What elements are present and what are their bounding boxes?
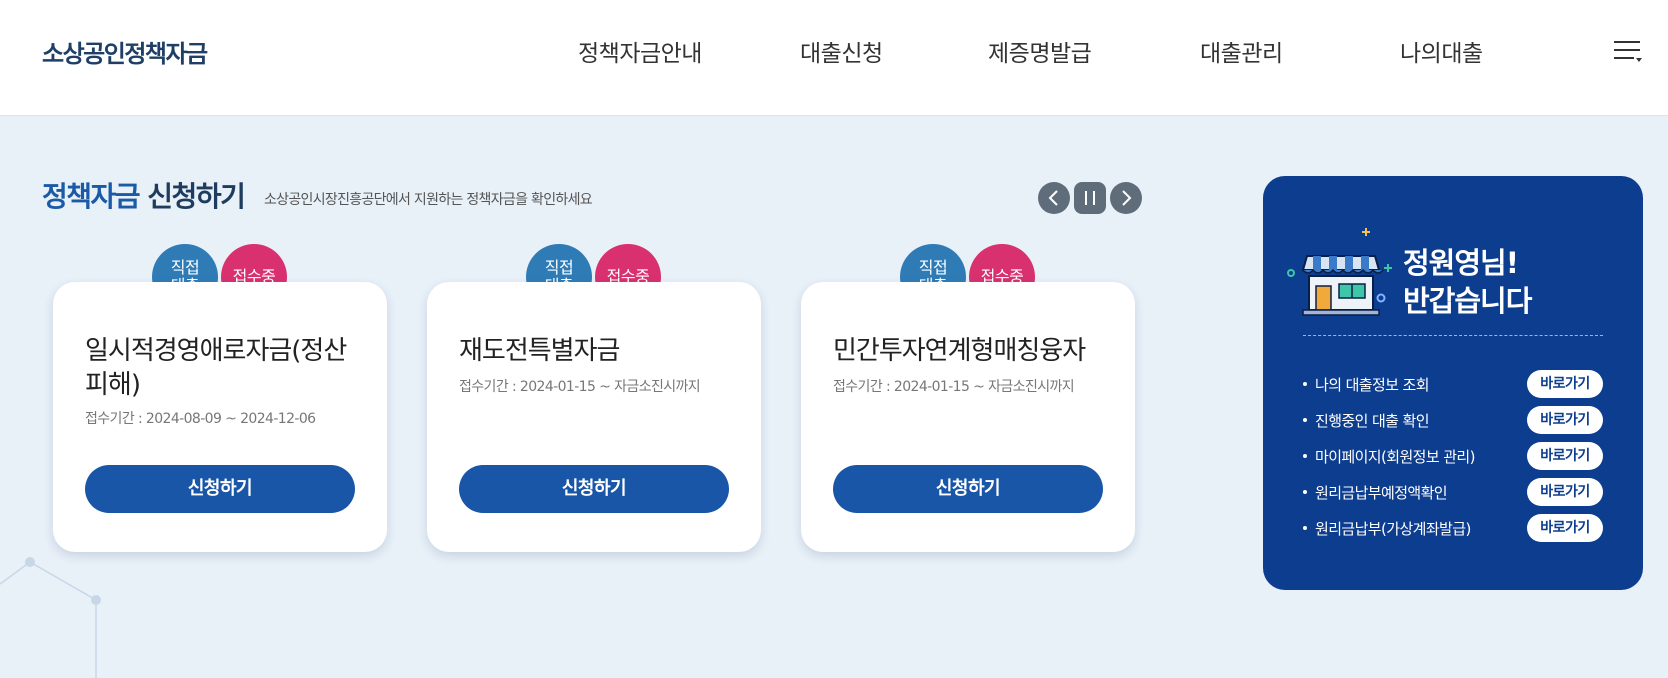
nav-item-my-loan[interactable]: 나의대출 xyxy=(1400,34,1483,68)
chevron-left-icon xyxy=(1048,190,1058,206)
nav-item-loan-management[interactable]: 대출관리 xyxy=(1200,34,1283,68)
card-title: 민간투자연계형매칭융자 xyxy=(833,336,1086,366)
quick-link-row: 마이페이지(회원정보 관리) 바로가기 xyxy=(1303,442,1603,470)
badge-direct-line1: 직접 xyxy=(170,258,200,278)
quick-link-label: 원리금납부(가상계좌발급) xyxy=(1303,518,1471,539)
card-title: 재도전특별자금 xyxy=(459,336,620,366)
quick-link-row: 원리금납부예정액확인 바로가기 xyxy=(1303,478,1603,506)
chevron-right-icon xyxy=(1122,190,1132,206)
slider-next-button[interactable] xyxy=(1110,182,1142,214)
greeting: 정원영님! 반갑습니다 xyxy=(1403,244,1532,320)
go-button[interactable]: 바로가기 xyxy=(1527,514,1603,542)
quick-link-label: 나의 대출정보 조회 xyxy=(1303,374,1430,395)
store-icon xyxy=(1287,228,1392,316)
hamburger-menu-icon[interactable] xyxy=(1612,36,1644,66)
quick-link-row: 원리금납부(가상계좌발급) 바로가기 xyxy=(1303,514,1603,542)
fund-card: 재도전특별자금 접수기간 : 2024-01-15 ~ 자금소진시까지 신청하기 xyxy=(427,282,761,552)
go-button[interactable]: 바로가기 xyxy=(1527,442,1603,470)
apply-button[interactable]: 신청하기 xyxy=(459,465,729,513)
greeting-message: 반갑습니다 xyxy=(1403,284,1532,318)
apply-button[interactable]: 신청하기 xyxy=(833,465,1103,513)
site-header: 소상공인정책자금 정책자금안내 대출신청 제증명발급 대출관리 나의대출 xyxy=(0,0,1668,116)
go-button[interactable]: 바로가기 xyxy=(1527,478,1603,506)
quick-link-label: 진행중인 대출 확인 xyxy=(1303,410,1430,431)
fund-card: 민간투자연계형매칭융자 접수기간 : 2024-01-15 ~ 자금소진시까지 … xyxy=(801,282,1135,552)
decorative-network-graphic xyxy=(0,557,101,678)
card-title: 일시적경영애로자금(정산피해) xyxy=(85,336,347,400)
slider-prev-button[interactable] xyxy=(1038,182,1070,214)
greeting-name: 정원영님! xyxy=(1403,246,1519,280)
go-button[interactable]: 바로가기 xyxy=(1527,406,1603,434)
nav-item-certificate-issue[interactable]: 제증명발급 xyxy=(988,34,1092,68)
quick-link-row: 나의 대출정보 조회 바로가기 xyxy=(1303,370,1603,398)
nav-item-policy-fund-guide[interactable]: 정책자금안내 xyxy=(578,34,702,68)
quick-link-row: 진행중인 대출 확인 바로가기 xyxy=(1303,406,1603,434)
card-period: 접수기간 : 2024-01-15 ~ 자금소진시까지 xyxy=(459,379,701,395)
nav-item-loan-application[interactable]: 대출신청 xyxy=(800,34,883,68)
badge-direct-line1: 직접 xyxy=(918,258,948,278)
fund-card: 일시적경영애로자금(정산피해) 접수기간 : 2024-08-09 ~ 2024… xyxy=(53,282,387,552)
pause-icon xyxy=(1085,191,1095,205)
card-period: 접수기간 : 2024-08-09 ~ 2024-12-06 xyxy=(85,411,316,427)
panel-divider xyxy=(1303,335,1603,336)
section-title-rest: 신청하기 xyxy=(139,180,246,213)
apply-button[interactable]: 신청하기 xyxy=(85,465,355,513)
section-subtitle: 소상공인시장진흥공단에서 지원하는 정책자금을 확인하세요 xyxy=(264,192,593,208)
quick-link-label: 마이페이지(회원정보 관리) xyxy=(1303,446,1475,467)
section-title: 정책자금 신청하기 xyxy=(42,175,246,215)
go-button[interactable]: 바로가기 xyxy=(1527,370,1603,398)
slider-pause-button[interactable] xyxy=(1074,182,1106,214)
user-panel: 정원영님! 반갑습니다 나의 대출정보 조회 바로가기 진행중인 대출 확인 바… xyxy=(1263,176,1643,590)
section-title-accent: 정책자금 xyxy=(42,180,141,213)
site-logo[interactable]: 소상공인정책자금 xyxy=(42,34,208,69)
badge-direct-line1: 직접 xyxy=(544,258,574,278)
quick-link-label: 원리금납부예정액확인 xyxy=(1303,482,1448,503)
card-period: 접수기간 : 2024-01-15 ~ 자금소진시까지 xyxy=(833,379,1075,395)
